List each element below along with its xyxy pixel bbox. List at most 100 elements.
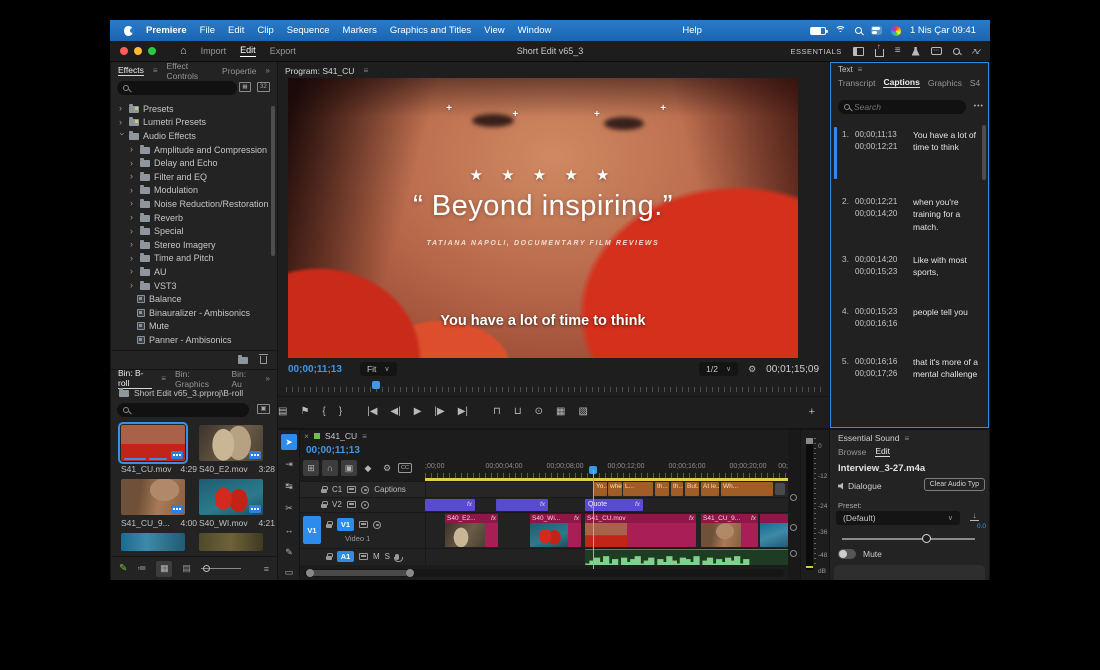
- panel-menu-icon[interactable]: ≡: [363, 66, 368, 75]
- v1-video-clip[interactable]: S40_Wi... fx: [530, 514, 581, 547]
- battery-icon[interactable]: [809, 26, 828, 35]
- tab-graphics[interactable]: Graphics: [928, 78, 962, 88]
- track-output-eye-icon[interactable]: [360, 500, 369, 509]
- tab-captions[interactable]: Captions: [883, 77, 920, 88]
- workspaces-menu-icon[interactable]: ≡: [895, 46, 901, 56]
- tab-properties[interactable]: Propertie: [222, 66, 257, 76]
- step-forward-icon[interactable]: |▶: [434, 407, 444, 417]
- captions-more-icon[interactable]: •••: [974, 103, 984, 110]
- tree-item[interactable]: VST3: [111, 279, 271, 293]
- tab-bin-graphics[interactable]: Bin: Graphics: [175, 369, 223, 389]
- delete-icon[interactable]: [259, 354, 268, 364]
- menu-edit[interactable]: Edit: [228, 25, 244, 36]
- captions-track-header[interactable]: C1 Captions: [321, 485, 406, 494]
- effects-scrollbar[interactable]: [271, 106, 275, 256]
- insert-icon[interactable]: ▦: [556, 407, 565, 417]
- caption-row[interactable]: 1. 00;00;11;13 00;00;12;21 You have a lot…: [837, 129, 980, 154]
- gain-value[interactable]: 0.0: [977, 523, 986, 530]
- chevron-right-icon[interactable]: [130, 281, 136, 290]
- caption-row[interactable]: 5. 00;00;16;16 00;00;17;26 that it's more…: [837, 356, 980, 381]
- export-frame-icon[interactable]: ⊙: [535, 407, 543, 417]
- nav-export[interactable]: Export: [270, 46, 296, 56]
- tree-item[interactable]: Filter and EQ: [111, 170, 271, 184]
- 32bit-badge-icon[interactable]: 32: [257, 82, 270, 92]
- quick-search-icon[interactable]: [952, 47, 960, 55]
- chevron-down-icon[interactable]: [118, 133, 127, 139]
- v1-video-clip[interactable]: S40_E2... fx: [445, 514, 498, 547]
- lock-icon[interactable]: [321, 486, 328, 494]
- caption-row[interactable]: 3. 00;00;14;20 00;00;15;23 Like with most…: [837, 254, 980, 279]
- fullscreen-icon[interactable]: ↗↙: [971, 47, 982, 56]
- chevron-right-icon[interactable]: [130, 172, 136, 181]
- wifi-icon[interactable]: [834, 26, 846, 35]
- linked-selection-icon[interactable]: ▣: [341, 460, 357, 476]
- caption-row[interactable]: 4. 00;00;15;23 00;00;16;16 people tell yo…: [837, 306, 980, 330]
- v2-graphic-clip[interactable]: fx: [425, 498, 475, 511]
- tab-effects[interactable]: Effects: [118, 65, 144, 76]
- timeline-settings-wrench-icon[interactable]: ⚙: [379, 460, 395, 476]
- menu-window[interactable]: Window: [518, 25, 552, 36]
- add-marker-icon[interactable]: ▤: [278, 407, 287, 417]
- save-preset-icon[interactable]: ↓: [970, 512, 979, 521]
- caption-clip[interactable]: th...: [655, 482, 669, 496]
- v1-track-header[interactable]: V1: [326, 518, 381, 531]
- pen-tool[interactable]: ✎: [281, 544, 297, 560]
- sort-icon[interactable]: ≡: [264, 564, 269, 574]
- edit-pencil-icon[interactable]: ✎: [119, 563, 127, 574]
- timeline-timecode[interactable]: 00;00;11;13: [306, 445, 360, 456]
- tab-edit[interactable]: Edit: [875, 446, 890, 457]
- voiceover-mic-icon[interactable]: [393, 553, 403, 562]
- step-back-icon[interactable]: ◀|: [390, 407, 400, 417]
- v1-track-target-button[interactable]: V1: [337, 518, 354, 531]
- menu-premiere[interactable]: Premiere: [146, 25, 187, 36]
- chevron-right-icon[interactable]: [119, 104, 125, 113]
- lock-icon[interactable]: [326, 521, 333, 529]
- caption-clip[interactable]: when...: [608, 482, 622, 496]
- control-center-icon[interactable]: [870, 26, 882, 35]
- panel-menu-icon[interactable]: ≡: [362, 432, 367, 441]
- tree-item[interactable]: Special: [111, 224, 271, 238]
- tab-bin-broll[interactable]: Bin: B-roll: [118, 368, 153, 389]
- home-icon[interactable]: ⌂: [180, 45, 187, 57]
- clip-name[interactable]: S40_WI.mov: [199, 518, 248, 528]
- menu-markers[interactable]: Markers: [343, 25, 377, 36]
- menu-graphics-and-titles[interactable]: Graphics and Titles: [390, 25, 471, 36]
- track-output-eye-icon[interactable]: [361, 485, 370, 494]
- tree-item[interactable]: Audio Effects: [111, 129, 271, 143]
- tree-item[interactable]: Stereo Imagery: [111, 238, 271, 252]
- scroll-handle[interactable]: [406, 569, 414, 577]
- captions-search-input[interactable]: [854, 102, 960, 112]
- marker-icon[interactable]: ⚑: [300, 407, 309, 417]
- settings-wrench-icon[interactable]: ⚙: [748, 364, 756, 375]
- lock-icon[interactable]: [321, 501, 328, 509]
- bin-clip-thumbnail[interactable]: [121, 479, 185, 515]
- timeline-ruler[interactable]: ;00;00 00;00;04;00 00;00;08;00 00;00;12;…: [425, 460, 788, 478]
- siri-icon[interactable]: [890, 25, 901, 36]
- slip-tool[interactable]: ↔: [281, 522, 297, 538]
- chevron-right-icon[interactable]: [119, 118, 125, 127]
- track-select-tool[interactable]: ⇥: [281, 456, 297, 472]
- panel-menu-icon[interactable]: ≡: [161, 374, 166, 383]
- beta-beaker-icon[interactable]: [911, 46, 920, 56]
- apple-menu-icon[interactable]: [124, 25, 135, 36]
- accelerated-effects-badge-icon[interactable]: ▦: [239, 82, 251, 92]
- slider-knob[interactable]: [922, 534, 931, 543]
- tree-item[interactable]: Delay and Echo: [111, 156, 271, 170]
- tab-transcript[interactable]: Transcript: [838, 78, 875, 88]
- panel-menu-icon[interactable]: ≡: [904, 434, 909, 443]
- caption-clip[interactable]: At le...: [701, 482, 719, 496]
- clip-name[interactable]: S40_E2.mov: [199, 464, 248, 474]
- audio-meter[interactable]: 0 -12 -24 -36 -48 dB: [800, 430, 829, 580]
- extract-icon[interactable]: ⊔: [514, 407, 522, 417]
- captions-scrollbar[interactable]: [982, 125, 986, 180]
- v2-track-header[interactable]: V2: [321, 500, 369, 509]
- tree-item-effect[interactable]: Binauralizer - Ambisonics: [111, 306, 271, 320]
- scroll-handle[interactable]: [306, 569, 314, 577]
- sync-lock-icon[interactable]: [359, 553, 368, 560]
- share-icon[interactable]: [874, 42, 884, 57]
- menu-help[interactable]: Help: [682, 25, 702, 36]
- mark-in-icon[interactable]: {: [322, 407, 325, 417]
- chevron-right-icon[interactable]: [130, 145, 136, 154]
- spotlight-search-icon[interactable]: [854, 27, 862, 34]
- go-to-out-icon[interactable]: ▶|: [458, 407, 468, 417]
